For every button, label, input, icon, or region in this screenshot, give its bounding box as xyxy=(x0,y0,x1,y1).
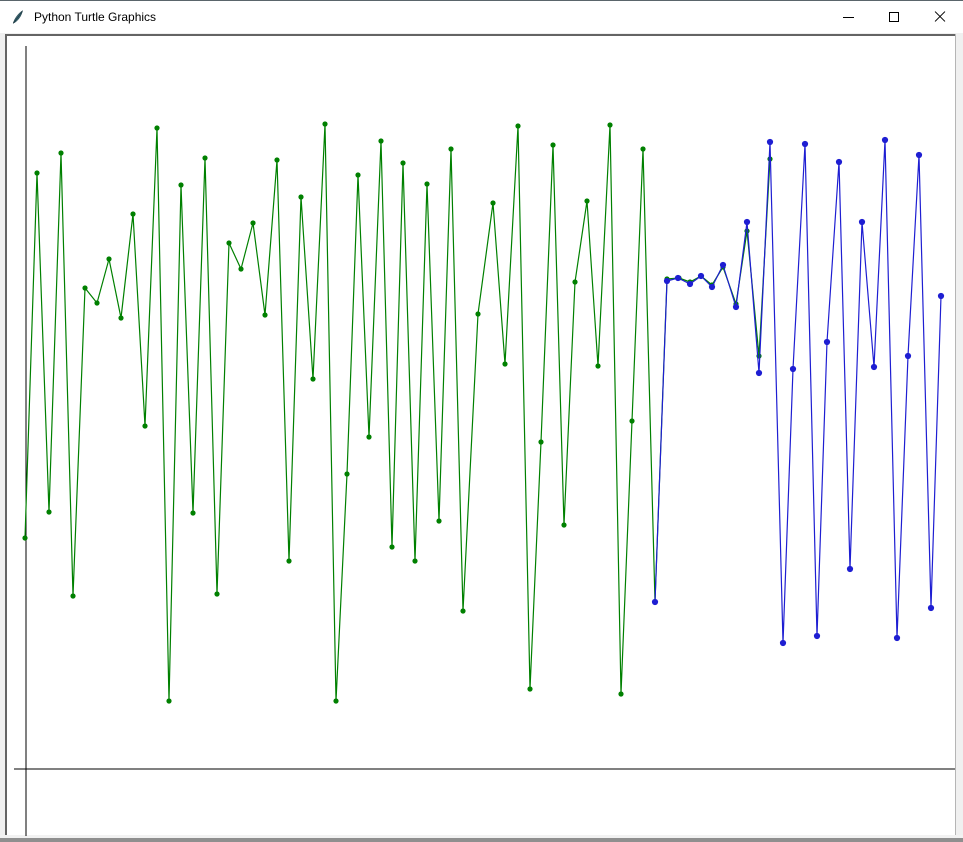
window-title: Python Turtle Graphics xyxy=(34,10,156,24)
window-controls xyxy=(825,1,963,33)
turtle-canvas[interactable] xyxy=(5,34,955,836)
close-icon xyxy=(934,11,946,23)
minimize-button[interactable] xyxy=(825,1,871,33)
title-bar[interactable]: Python Turtle Graphics xyxy=(0,1,963,33)
close-button[interactable] xyxy=(917,1,963,33)
canvas-shell xyxy=(0,33,963,842)
tk-feather-icon xyxy=(10,9,26,25)
horizontal-scrollbar[interactable] xyxy=(0,835,963,842)
python-turtle-graphics-window: Python Turtle Graphics xyxy=(0,0,963,842)
maximize-button[interactable] xyxy=(871,1,917,33)
maximize-icon xyxy=(889,12,899,22)
vertical-scrollbar[interactable] xyxy=(955,34,963,836)
minimize-icon xyxy=(843,17,854,18)
